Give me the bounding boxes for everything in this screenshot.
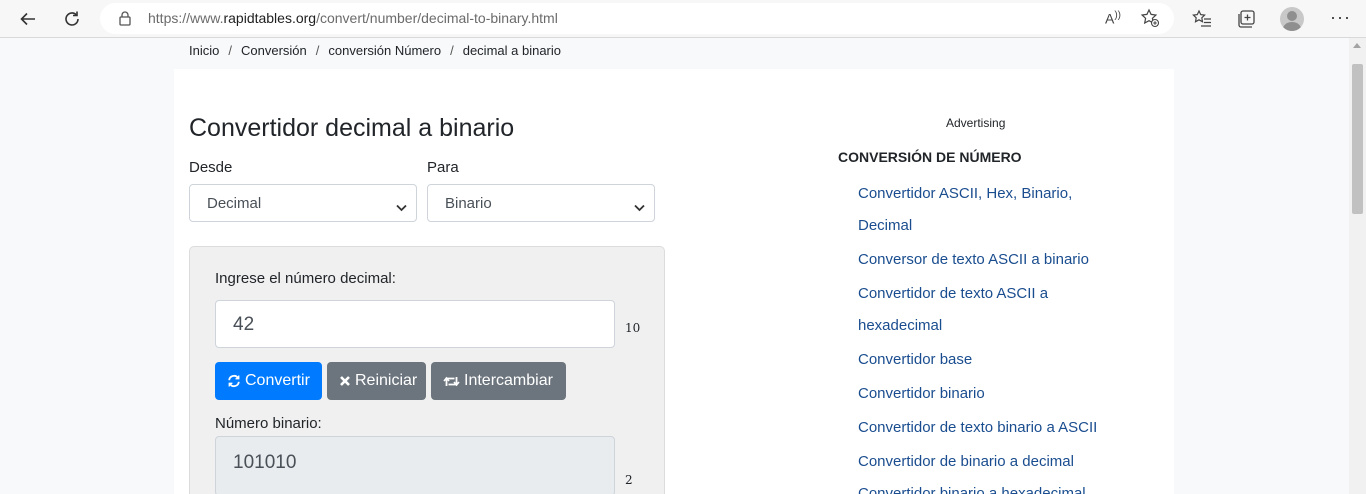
breadcrumb-item-number-conversion[interactable]: conversión Número: [328, 43, 441, 58]
decimal-input[interactable]: 42: [215, 300, 615, 348]
breadcrumb-separator: /: [228, 43, 232, 58]
read-aloud-icon[interactable]: A)): [1105, 10, 1121, 27]
address-bar[interactable]: https://www.rapidtables.org/convert/numb…: [100, 3, 1174, 34]
binary-output[interactable]: 101010: [215, 436, 615, 494]
to-label: Para: [427, 159, 459, 176]
input-label: Ingrese el número decimal:: [215, 270, 396, 287]
favorites-icon[interactable]: [1189, 6, 1215, 32]
refresh-icon[interactable]: [57, 4, 87, 34]
reset-button[interactable]: Reiniciar: [327, 362, 426, 400]
more-menu-icon[interactable]: ···: [1330, 7, 1351, 28]
breadcrumb: Inicio / Conversión / conversión Número / deci…: [189, 43, 561, 58]
sidebar-link-ascii-hex-binary-cont[interactable]: Decimal: [858, 217, 912, 234]
to-select[interactable]: Binario: [427, 184, 655, 222]
sidebar-link-ascii-to-hex[interactable]: Convertidor de texto ASCII a: [858, 285, 1048, 302]
collections-icon[interactable]: [1233, 6, 1259, 32]
convert-button[interactable]: Convertir: [215, 362, 322, 400]
from-select[interactable]: Decimal: [189, 184, 417, 222]
convert-button-label: Convertir: [245, 372, 310, 389]
add-favorite-icon[interactable]: [1140, 8, 1160, 33]
reset-button-label: Reiniciar: [355, 372, 418, 389]
scroll-thumb[interactable]: [1352, 64, 1363, 214]
breadcrumb-separator: /: [450, 43, 454, 58]
output-base-label: 2: [625, 473, 633, 487]
browser-toolbar: https://www.rapidtables.org/convert/numb…: [0, 0, 1366, 38]
sidebar-link-base-converter[interactable]: Convertidor base: [858, 351, 972, 368]
scroll-up-arrow-icon[interactable]: [1353, 43, 1361, 48]
page-scrollbar[interactable]: [1349, 38, 1366, 494]
swap-button[interactable]: Intercambiar: [431, 362, 566, 400]
back-arrow-icon[interactable]: [13, 4, 43, 34]
sidebar-link-binary-to-ascii[interactable]: Convertidor de texto binario a ASCII: [858, 419, 1097, 436]
from-label: Desde: [189, 159, 233, 176]
sidebar-link-ascii-to-hex-cont[interactable]: hexadecimal: [858, 317, 942, 334]
page-title: Convertidor decimal a binario: [189, 114, 515, 142]
advertising-label: Advertising: [946, 116, 1006, 130]
to-select-value: Binario: [445, 195, 492, 212]
sync-icon: [228, 374, 240, 388]
close-icon: [340, 376, 350, 386]
breadcrumb-item-home[interactable]: Inicio: [189, 43, 219, 58]
chevron-down-icon: [396, 199, 407, 216]
input-base-label: 10: [625, 321, 641, 335]
sidebar-link-binary-to-decimal[interactable]: Convertidor de binario a decimal: [858, 453, 1074, 470]
output-label: Número binario:: [215, 415, 322, 432]
lock-icon[interactable]: [118, 10, 132, 31]
sidebar-link-ascii-to-binary[interactable]: Conversor de texto ASCII a binario: [858, 251, 1089, 268]
breadcrumb-separator: /: [315, 43, 320, 58]
sidebar-link-binary-converter[interactable]: Convertidor binario: [858, 385, 985, 402]
breadcrumb-item-conversion[interactable]: Conversión: [241, 43, 307, 58]
retweet-icon: [443, 376, 460, 386]
profile-avatar[interactable]: [1280, 7, 1304, 31]
chevron-down-icon: [634, 199, 645, 216]
sidebar-link-binary-to-hex[interactable]: Convertidor binario a hexadecimal: [858, 485, 1086, 494]
url-text[interactable]: https://www.rapidtables.org/convert/numb…: [148, 10, 558, 26]
breadcrumb-item-current: decimal a binario: [462, 43, 561, 58]
sidebar-link-ascii-hex-binary[interactable]: Convertidor ASCII, Hex, Binario,: [858, 185, 1072, 202]
sidebar-title: CONVERSIÓN DE NÚMERO: [838, 149, 1022, 165]
swap-button-label: Intercambiar: [464, 372, 553, 389]
from-select-value: Decimal: [207, 195, 262, 212]
